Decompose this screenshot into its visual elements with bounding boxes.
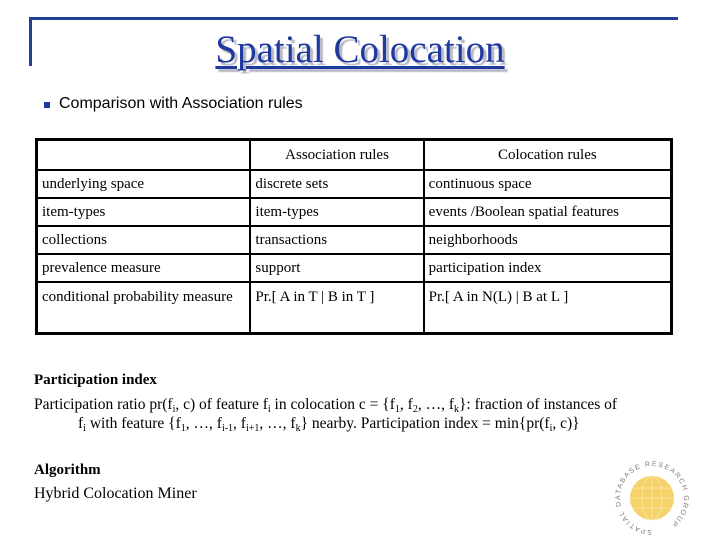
bullet-text: Comparison with Association rules xyxy=(59,95,303,112)
table-cell: participation index xyxy=(422,253,673,283)
text-run: , c)} xyxy=(552,415,580,432)
table-cell: events /Boolean spatial features xyxy=(422,197,673,227)
text-run: , …, f xyxy=(185,415,222,432)
table-row: conditional probability measure Pr.[ A i… xyxy=(35,281,673,335)
text-run: , …, f xyxy=(417,396,454,413)
table-row: underlying space discrete sets continuou… xyxy=(35,169,673,199)
algorithm-heading: Algorithm xyxy=(34,462,101,478)
table-cell: neighborhoods xyxy=(422,225,673,255)
table-row: prevalence measure support participation… xyxy=(35,253,673,283)
research-group-logo: SPATIAL DATABASE RESEARCH GROUP xyxy=(615,461,688,535)
text-run: , c) of feature f xyxy=(175,396,268,413)
table-cell: prevalence measure xyxy=(35,253,252,283)
table-cell: support xyxy=(249,253,425,283)
text-run: , f xyxy=(399,396,413,413)
text-run: } nearby. Participation index = min{pr(f xyxy=(300,415,550,432)
text-run: , …, f xyxy=(259,415,296,432)
text-run: with feature {f xyxy=(85,415,181,432)
table-cell: conditional probability measure xyxy=(35,281,252,335)
table-cell: transactions xyxy=(249,225,425,255)
bullet-item: Comparison with Association rules xyxy=(44,94,303,114)
frame-top-rule xyxy=(29,17,678,20)
square-bullet-icon xyxy=(44,101,50,108)
table-cell: item-types xyxy=(249,197,425,227)
slide-title: Spatial Colocation xyxy=(215,28,505,71)
subscript: i+1 xyxy=(245,423,260,434)
table-cell: discrete sets xyxy=(249,169,425,199)
table-cell: continuous space xyxy=(422,169,673,199)
text-run: }: fraction of instances of xyxy=(458,396,618,413)
subscript: i-1 xyxy=(221,423,234,434)
table-cell: Pr.[ A in N(L) | B at L ] xyxy=(422,281,673,335)
text-run: in colocation c = {f xyxy=(270,396,395,413)
table-cell: collections xyxy=(35,225,252,255)
text-run: Participation ratio pr(f xyxy=(34,396,173,413)
table-header-colocation: Colocation rules xyxy=(422,138,673,171)
participation-definition: Participation ratio pr(fi, c) of feature… xyxy=(34,395,720,434)
table-cell: underlying space xyxy=(35,169,252,199)
table-header-blank xyxy=(35,138,252,171)
participation-line-2: fi with feature {f1, …, fi-1, fi+1, …, f… xyxy=(34,414,720,434)
table-row: item-types item-types events /Boolean sp… xyxy=(35,197,673,227)
table-cell: Pr.[ A in T | B in T ] xyxy=(249,281,425,335)
table-cell: item-types xyxy=(35,197,252,227)
comparison-table: Association rules Colocation rules under… xyxy=(35,138,673,335)
table-header-row: Association rules Colocation rules xyxy=(35,138,673,171)
table-header-association: Association rules xyxy=(249,138,425,171)
participation-heading: Participation index xyxy=(34,372,157,388)
text-run: , f xyxy=(233,415,246,432)
algorithm-name: Hybrid Colocation Miner xyxy=(34,485,197,502)
table-row: collections transactions neighborhoods xyxy=(35,225,673,255)
